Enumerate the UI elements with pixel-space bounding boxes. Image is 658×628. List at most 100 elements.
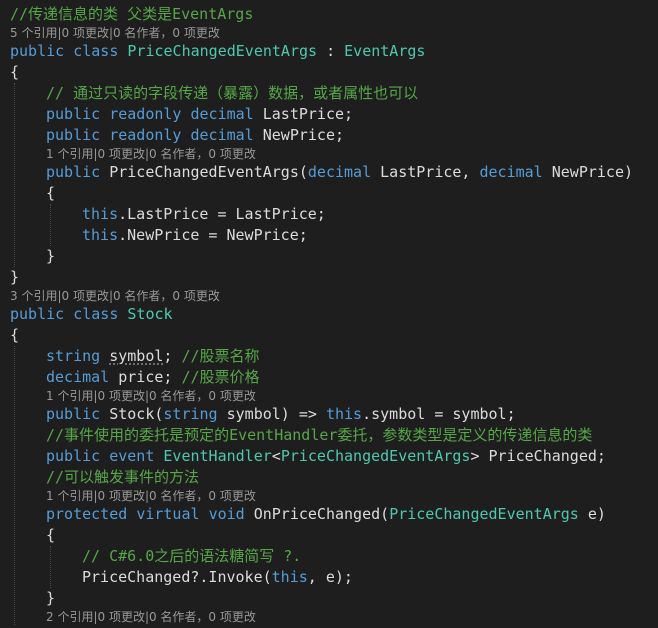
code-line: {	[10, 325, 19, 346]
codelens-info[interactable]: 1 个引用|0 项更改|0 名作者，0 项更改	[46, 488, 256, 504]
code-token: this	[82, 226, 119, 244]
codelens-info[interactable]: 5 个引用|0 项更改|0 名作者，0 项更改	[10, 25, 220, 41]
code-token: price;	[109, 368, 182, 386]
code-token: }	[10, 268, 20, 286]
code-token: virtual	[136, 505, 200, 523]
code-token: this	[325, 405, 363, 423]
code-token: EventHandler	[163, 447, 272, 465]
code-line: //传递信息的类 父类是EventArgs	[10, 4, 253, 25]
code-token: void	[208, 505, 245, 523]
code-token: class	[73, 305, 119, 323]
code-line: string symbol; //股票名称	[46, 346, 260, 367]
code-token: string	[46, 347, 101, 365]
code-token: public	[10, 42, 65, 60]
code-token: {	[10, 326, 20, 344]
code-token: .LastPrice = LastPrice;	[118, 205, 326, 223]
indent-guide	[14, 346, 15, 625]
code-token: public	[46, 163, 101, 181]
code-token: Stock	[127, 305, 173, 323]
code-token: PriceChangedEventArgs	[389, 505, 579, 523]
codelens-info[interactable]: 3 个引用|0 项更改|0 名作者，0 项更改	[10, 288, 220, 304]
code-token: .symbol = symbol;	[362, 405, 516, 423]
code-line: {	[10, 62, 19, 83]
code-token: , e);	[307, 568, 353, 586]
code-token: OnPriceChanged(	[244, 505, 390, 523]
code-token: {	[10, 63, 20, 81]
indent-guide	[50, 546, 51, 588]
code-token: //股票价格	[181, 368, 260, 386]
code-token: PriceChangedEventArgs(	[100, 163, 308, 181]
code-token: //传递信息的类 父类是EventArgs	[10, 5, 254, 23]
code-token: this	[271, 568, 308, 586]
code-token: //可以触发事件的方法	[46, 468, 200, 486]
code-line: // C#6.0之后的语法糖简写 ?.	[82, 546, 301, 567]
code-line: decimal price; //股票价格	[46, 367, 260, 388]
code-token: > PriceChanged;	[470, 447, 606, 465]
code-token: //事件使用的委托是预定的EventHandler委托，参数类型是定义的传递信息…	[46, 426, 593, 444]
code-token: decimal	[307, 163, 372, 181]
code-token: PriceChangedEventArgs	[280, 447, 471, 465]
code-line: // 通过只读的字段传递（暴露）数据，或者属性也可以	[46, 83, 418, 104]
code-token: PriceChangedEventArgs	[127, 42, 318, 60]
code-token: protected	[46, 505, 128, 523]
code-line: public PriceChangedEventArgs(decimal Las…	[46, 162, 633, 183]
code-token: ;	[163, 347, 182, 365]
code-line: public class PriceChangedEventArgs : Eve…	[10, 41, 425, 62]
codelens-info[interactable]: 1 个引用|0 项更改|0 名作者，0 项更改	[46, 388, 256, 404]
code-token: // 通过只读的字段传递（暴露）数据，或者属性也可以	[46, 84, 419, 102]
code-token: decimal	[190, 126, 254, 144]
code-token: decimal	[46, 368, 110, 386]
code-token: LastPrice,	[371, 163, 480, 181]
indent-guide	[14, 83, 15, 267]
code-token: public	[46, 105, 101, 123]
code-token: e)	[578, 505, 606, 523]
code-token: LastPrice;	[253, 105, 354, 123]
code-editor[interactable]: //传递信息的类 父类是EventArgs 5 个引用|0 项更改|0 名作者，0…	[0, 0, 658, 628]
code-token: <	[271, 447, 281, 465]
code-line: //可以触发事件的方法	[46, 467, 199, 488]
code-token: symbol) =>	[217, 405, 326, 423]
code-line: public event EventHandler<PriceChangedEv…	[46, 446, 606, 467]
code-line: //事件使用的委托是预定的EventHandler委托，参数类型是定义的传递信息…	[46, 425, 592, 446]
code-token: }	[46, 247, 56, 265]
code-line: {	[46, 525, 55, 546]
code-token: decimal	[190, 105, 254, 123]
code-token: event	[109, 447, 155, 465]
codelens-info[interactable]: 1 个引用|0 项更改|0 名作者，0 项更改	[46, 146, 256, 162]
code-token: public	[46, 447, 101, 465]
code-line: public readonly decimal LastPrice;	[46, 104, 353, 125]
code-line: }	[46, 588, 55, 609]
code-token: decimal	[479, 163, 543, 181]
code-line: PriceChanged?.Invoke(this, e);	[82, 567, 353, 588]
code-token: // C#6.0之后的语法糖简写 ?.	[82, 547, 302, 565]
code-token: {	[46, 526, 56, 544]
code-token: NewPrice)	[542, 163, 634, 181]
code-line: this.LastPrice = LastPrice;	[82, 204, 326, 225]
code-token: Stock(	[100, 405, 164, 423]
code-token: NewPrice;	[253, 126, 345, 144]
code-line: public Stock(string symbol) => this.symb…	[46, 404, 516, 425]
code-token: class	[73, 42, 119, 60]
codelens-info[interactable]: 2 个引用|0 项更改|0 名作者，0 项更改	[46, 609, 256, 625]
code-token: string	[163, 405, 218, 423]
code-token: }	[46, 589, 56, 607]
code-token: readonly	[109, 126, 182, 144]
code-token: //股票名称	[181, 347, 260, 365]
code-line: }	[46, 246, 55, 267]
code-token: public	[10, 305, 65, 323]
code-line: this.NewPrice = NewPrice;	[82, 225, 308, 246]
indent-guide	[50, 204, 51, 246]
code-line: public class Stock	[10, 304, 173, 325]
code-token: readonly	[109, 105, 182, 123]
code-token: this	[82, 205, 119, 223]
code-token: symbol	[109, 347, 164, 365]
